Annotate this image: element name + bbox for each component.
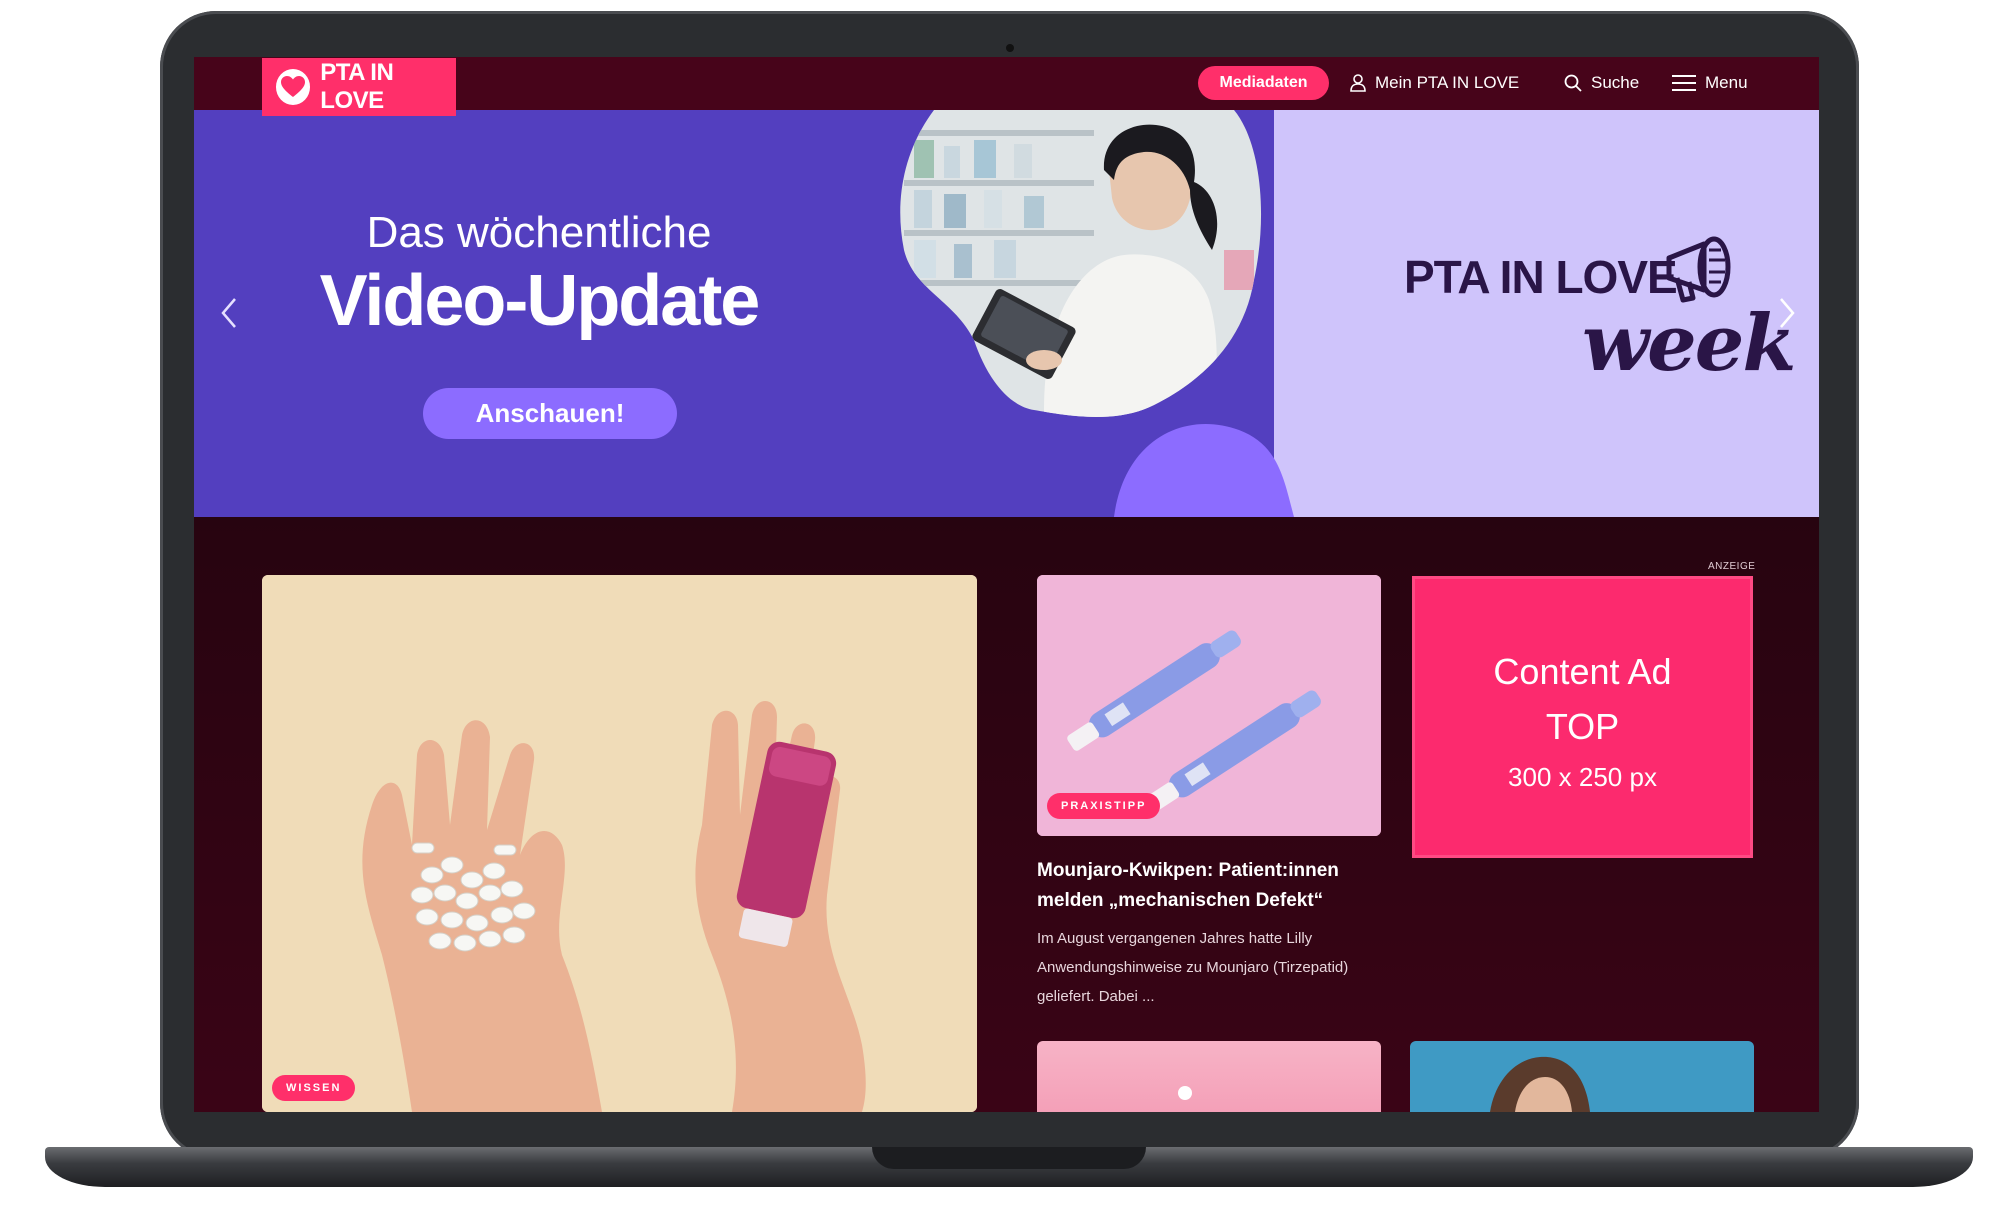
mediadaten-button[interactable]: Mediadaten — [1198, 66, 1329, 100]
feature-article-image[interactable]: WISSEN — [262, 575, 977, 1112]
top-navbar: PTA IN LOVE Mediadaten Mein PTA IN LOVE … — [194, 57, 1819, 116]
search-link[interactable]: Suche — [1564, 67, 1639, 99]
hamburger-icon — [1672, 75, 1696, 91]
account-label: Mein PTA IN LOVE — [1375, 73, 1520, 92]
account-link[interactable]: Mein PTA IN LOVE — [1350, 67, 1519, 99]
card-article-image[interactable]: PRAXISTIPP — [1037, 575, 1381, 836]
screen: PTA IN LOVE Mediadaten Mein PTA IN LOVE … — [194, 57, 1819, 1112]
article-thumbnail[interactable] — [1410, 1041, 1754, 1112]
ad-line-2: TOP — [1545, 706, 1620, 747]
search-icon — [1564, 74, 1582, 92]
chevron-left-icon[interactable] — [214, 293, 244, 333]
pills-inhaler-photo — [262, 575, 977, 1112]
category-badge[interactable]: WISSEN — [272, 1075, 356, 1101]
ad-label: ANZEIGE — [1708, 561, 1756, 572]
hero-slider: Das wöchentliche Video-Update Anschauen!… — [194, 110, 1819, 517]
search-label: Suche — [1591, 73, 1640, 92]
thumbnail-image — [1490, 1056, 1590, 1112]
hero-title: Video-Update — [319, 261, 761, 341]
laptop-base-notch — [872, 1147, 1146, 1169]
article-thumbnail[interactable] — [1037, 1041, 1381, 1112]
hero-kicker: Das wöchentliche — [366, 208, 712, 257]
week-brand-title: PTA IN LOVE — [1404, 251, 1678, 303]
article-grid: WISSEN PRAXISTIPP Mounjaro-Kwikpen: Pati… — [194, 517, 1819, 1112]
hero-photo — [900, 110, 1294, 517]
article-teaser: Im August vergangenen Jahres hatte Lilly… — [1037, 930, 1349, 1005]
megaphone-icon — [1666, 236, 1731, 303]
menu-label: Menu — [1705, 73, 1748, 92]
user-icon — [1350, 74, 1366, 92]
article-title[interactable]: Mounjaro-Kwikpen: Patient:innen melden „… — [1037, 856, 1377, 916]
ad-line-3: 300 x 250 px — [1508, 762, 1657, 792]
webcam — [1006, 44, 1014, 52]
menu-toggle[interactable]: Menu — [1672, 67, 1748, 99]
ad-line-1: Content Ad — [1493, 651, 1672, 692]
site-logo[interactable]: PTA IN LOVE — [262, 58, 456, 116]
thumbnail-image — [1178, 1086, 1192, 1100]
logo-text: PTA IN LOVE — [320, 59, 394, 114]
heart-icon — [276, 69, 311, 105]
content-ad-top[interactable]: Content Ad TOP 300 x 250 px — [1412, 576, 1753, 858]
category-badge[interactable]: PRAXISTIPP — [1047, 793, 1161, 819]
watch-button[interactable]: Anschauen! — [423, 388, 677, 439]
week-brand-script: week — [1582, 298, 1796, 389]
